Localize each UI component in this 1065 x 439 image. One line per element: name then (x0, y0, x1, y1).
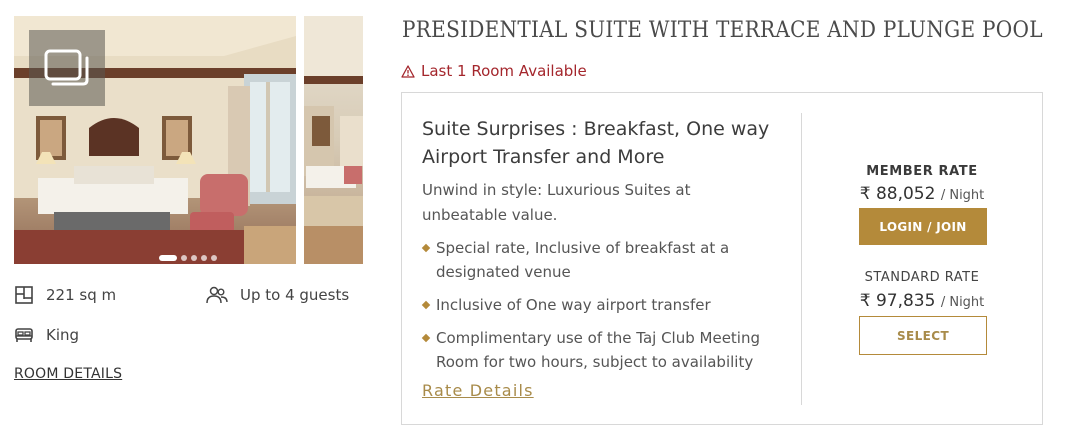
rate-card: Suite Surprises : Breakfast, One way Air… (401, 92, 1043, 425)
room-title: PRESIDENTIAL SUITE WITH TERRACE AND PLUN… (402, 18, 1043, 43)
carousel-dot[interactable] (159, 255, 177, 261)
floor-plan-icon (15, 286, 33, 304)
room-photo-main[interactable] (14, 16, 296, 264)
standard-price-value: ₹ 97,835 (859, 291, 936, 311)
warning-icon (401, 64, 415, 78)
member-rate-label: MEMBER RATE (866, 164, 978, 179)
package-title: Suite Surprises : Breakfast, One way Air… (422, 118, 770, 168)
member-price-value: ₹ 88,052 (859, 184, 936, 204)
member-rate-price: ₹ 88,052 / Night (802, 184, 1042, 204)
package-inclusions: Special rate, Inclusive of breakfast at … (421, 236, 782, 383)
inclusion-text: Special rate, Inclusive of breakfast at … (436, 239, 730, 281)
list-item: Complimentary use of the Taj Club Meetin… (421, 326, 782, 374)
list-item: Inclusive of One way airport transfer (421, 293, 782, 317)
availability-notice: Last 1 Room Available (401, 62, 587, 80)
room-thumbnail-image (304, 16, 363, 264)
login-join-button[interactable]: LOGIN / JOIN (859, 208, 987, 245)
list-item: Special rate, Inclusive of breakfast at … (421, 236, 782, 284)
diamond-bullet-icon (421, 243, 431, 253)
diamond-bullet-icon (421, 300, 431, 310)
inclusion-text: Complimentary use of the Taj Club Meetin… (436, 329, 761, 371)
member-price-unit: / Night (940, 188, 985, 203)
diamond-bullet-icon (421, 333, 431, 343)
gallery-button[interactable] (29, 30, 105, 106)
rates-panel: MEMBER RATE ₹ 88,052 / Night LOGIN / JOI… (802, 93, 1042, 424)
room-bed: King (14, 325, 79, 345)
standard-rate-label: STANDARD RATE (864, 270, 980, 285)
gallery-icon (44, 49, 89, 86)
room-details-link[interactable]: ROOM DETAILS (14, 366, 122, 382)
inclusion-text: Inclusive of One way airport transfer (436, 296, 711, 314)
bed-icon (15, 328, 33, 342)
rate-details-link[interactable]: Rate Details (422, 381, 534, 400)
carousel-dot[interactable] (201, 255, 207, 261)
standard-price-unit: / Night (940, 295, 985, 310)
room-bed-text: King (46, 326, 80, 344)
package-description: Unwind in style: Luxurious Suites at unb… (422, 181, 691, 224)
carousel-dot[interactable] (181, 255, 187, 261)
carousel-dot[interactable] (211, 255, 217, 261)
select-button[interactable]: SELECT (859, 316, 987, 355)
room-area: 221 sq m (14, 285, 116, 305)
room-gallery[interactable] (14, 16, 363, 264)
carousel-dot[interactable] (191, 255, 197, 261)
availability-text: Last 1 Room Available (421, 62, 587, 80)
carousel-dots[interactable] (159, 254, 217, 262)
room-guests: Up to 4 guests (206, 285, 349, 305)
room-guests-text: Up to 4 guests (240, 286, 350, 304)
guests-icon (206, 286, 228, 304)
room-photo-next[interactable] (304, 16, 363, 264)
room-area-text: 221 sq m (46, 286, 117, 304)
standard-rate-price: ₹ 97,835 / Night (802, 291, 1042, 311)
